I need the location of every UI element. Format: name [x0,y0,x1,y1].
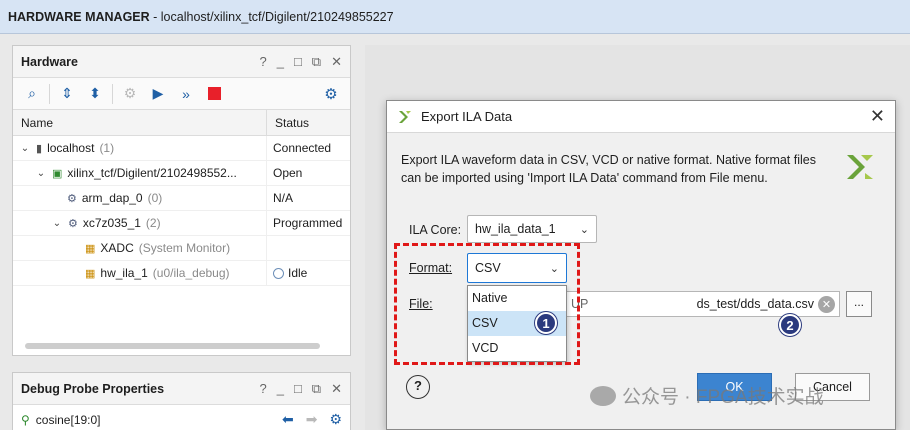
cable-icon: ▣ [52,167,63,180]
ila-icon: ▦ [85,267,96,280]
chevron-down-icon: ⌄ [579,223,589,236]
tree-item-desc: (u0/ila_debug) [152,266,230,280]
gear-icon[interactable]: ⚙ [329,411,342,428]
file-path-value: ds_test/dds_data.csv [696,297,814,311]
search-icon[interactable]: ⌕ [21,83,43,105]
tree-item-label: XADC [100,241,134,255]
float-icon[interactable]: ⧉ [312,381,321,397]
tree-item-status: Open [273,166,303,180]
auto-connect-icon[interactable]: ⚙ [119,83,141,105]
tree-item-count: (1) [99,141,115,155]
debug-probe-properties-panel: Debug Probe Properties ? _ □ ⧉ ✕ ⚲ cosin… [12,372,351,430]
tree-item-desc: (System Monitor) [138,241,231,255]
chevron-down-icon[interactable]: ⌄ [51,218,63,229]
tree-row-target[interactable]: ⌄ ▣ xilinx_tcf/Digilent/2102498552... Op… [13,161,350,186]
vivado-logo-icon [847,155,873,179]
chip-icon: ⚙ [68,217,78,230]
hardware-toolbar: ⌕ ⇕ ⬍ ⚙ ▶ » ⚙ [13,78,350,110]
tree-item-count: (0) [147,191,163,205]
format-highlight-box [394,243,580,365]
run-immediate-icon[interactable]: » [175,83,197,105]
tree-row-localhost[interactable]: ⌄ ▮ localhost (1) Connected [13,136,350,161]
tree-item-label: xilinx_tcf/Digilent/2102498552... [67,166,237,180]
divider [112,83,113,104]
ila-core-select[interactable]: hw_ila_data_1 ⌄ [467,215,597,243]
tree-item-count: (2) [145,216,161,230]
hardware-panel: Hardware ? _ □ ⧉ ✕ ⌕ ⇕ ⬍ ⚙ ▶ » ⚙ Name St… [12,45,351,356]
tree-row-arm-dap[interactable]: ⚙ arm_dap_0 (0) N/A [13,186,350,211]
float-icon[interactable]: ⧉ [312,54,321,70]
gear-icon[interactable]: ⚙ [320,83,342,105]
ila-core-value: hw_ila_data_1 [475,222,556,236]
probe-row[interactable]: ⚲ cosine[19:0] ⬅ ➡ ⚙ [13,405,350,430]
tree-row-xadc[interactable]: ▦ XADC (System Monitor) [13,236,350,261]
column-name-header[interactable]: Name [13,110,267,135]
maximize-icon[interactable]: □ [294,381,302,397]
vivado-logo-icon [399,110,411,123]
divider [49,83,50,104]
ila-core-label: ILA Core: [409,223,462,237]
connection-path: - localhost/xilinx_tcf/Digilent/21024985… [149,10,394,24]
tree-row-ila[interactable]: ▦ hw_ila_1 (u0/ila_debug) Idle [13,261,350,286]
chip-icon: ⚙ [67,192,77,205]
tree-row-device[interactable]: ⌄ ⚙ xc7z035_1 (2) Programmed [13,211,350,236]
help-icon[interactable]: ? [259,54,266,70]
minimize-icon[interactable]: _ [277,381,284,397]
tree-item-label: xc7z035_1 [82,216,141,230]
horizontal-scrollbar[interactable] [25,343,320,349]
forward-arrow-icon[interactable]: ➡ [306,411,318,428]
close-icon[interactable]: ✕ [331,381,342,397]
chevron-down-icon[interactable]: ⌄ [35,168,47,179]
stop-trigger-icon[interactable] [203,83,225,105]
browse-button[interactable]: ... [846,291,872,317]
maximize-icon[interactable]: □ [294,54,302,70]
tree-item-status: Connected [273,141,332,155]
xadc-icon: ▦ [85,242,96,255]
tree-header: Name Status [13,110,350,136]
probe-name: cosine[19:0] [35,412,101,427]
close-icon[interactable]: ✕ [870,106,885,127]
column-status-header[interactable]: Status [267,110,317,135]
chevron-down-icon[interactable]: ⌄ [19,143,31,154]
run-trigger-icon[interactable]: ▶ [147,83,169,105]
step-badge-1: 1 [535,312,557,334]
expand-all-icon[interactable]: ⬍ [84,83,106,105]
tree-item-status: N/A [273,191,294,205]
watermark: 公众号 · FPGA技术实战 [590,382,824,409]
debug-panel-title: Debug Probe Properties [21,382,165,396]
app-title: HARDWARE MANAGER [8,10,150,24]
dialog-description: Export ILA waveform data in CSV, VCD or … [401,153,816,185]
close-icon[interactable]: ✕ [331,54,342,70]
clear-icon[interactable]: ✕ [818,295,835,313]
hardware-panel-title: Hardware [21,55,78,69]
tree-item-status: Programmed [273,216,343,230]
tree-item-status: Idle [288,266,308,280]
minimize-icon[interactable]: _ [277,54,284,70]
idle-status-icon [273,267,284,279]
wechat-logo-icon [590,385,616,406]
window-title-bar: HARDWARE MANAGER - localhost/xilinx_tcf/… [0,0,910,34]
server-icon: ▮ [36,142,43,155]
tree-item-label: arm_dap_0 [81,191,143,205]
hardware-panel-header: Hardware ? _ □ ⧉ ✕ [13,46,350,78]
step-badge-2: 2 [779,314,801,336]
file-path-input[interactable]: UP ds_test/dds_data.csv ✕ [562,291,840,317]
back-arrow-icon[interactable]: ⬅ [282,411,294,428]
watermark-text: 公众号 · FPGA技术实战 [622,387,824,408]
help-button[interactable]: ? [406,375,430,399]
dialog-title-bar: Export ILA Data ✕ [387,101,895,133]
collapse-all-icon[interactable]: ⇕ [56,83,78,105]
debug-panel-header: Debug Probe Properties ? _ □ ⧉ ✕ [13,373,350,405]
tree-item-label: hw_ila_1 [100,266,148,280]
probe-icon: ⚲ [21,412,30,427]
dialog-title: Export ILA Data [421,109,513,124]
help-icon[interactable]: ? [259,381,266,397]
tree-item-label: localhost [47,141,95,155]
